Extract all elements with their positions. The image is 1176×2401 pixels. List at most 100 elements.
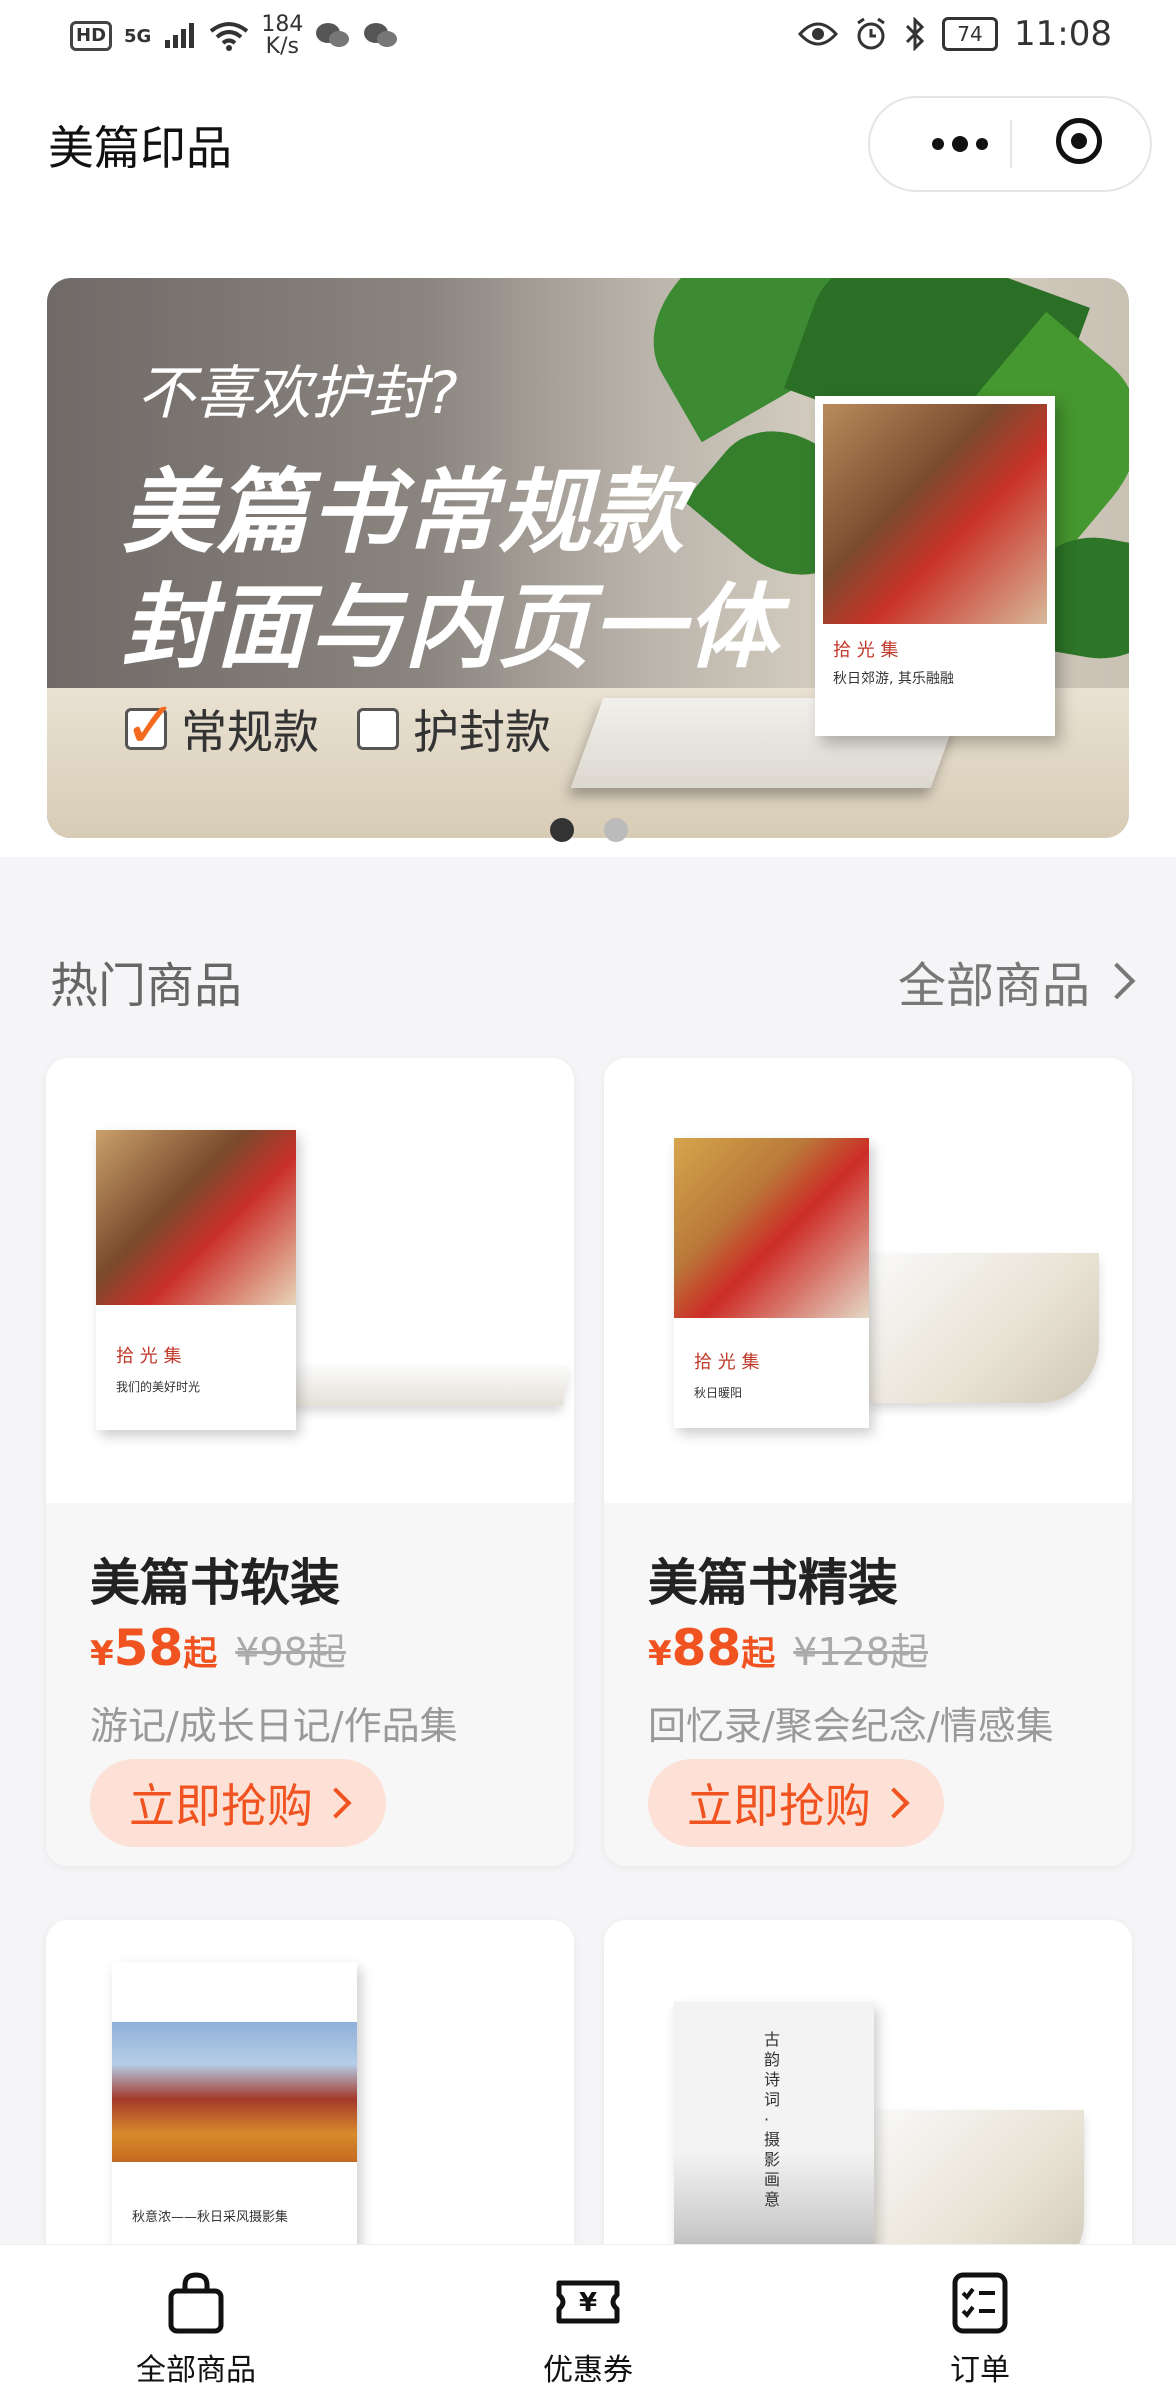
product-price: ¥88起 ¥128起 <box>648 1619 928 1677</box>
current-price: ¥58起 <box>90 1619 217 1677</box>
option-label: 护封款 <box>413 705 551 759</box>
cover-subtitle: 秋意浓——秋日采风摄影集 <box>132 2210 289 2225</box>
product-image: 古韵诗词 · 摄影画意 <box>604 1920 1132 2280</box>
option-jacket: 护封款 <box>357 696 551 762</box>
battery-icon: 74 <box>942 17 999 51</box>
couple-photo <box>674 1138 869 1318</box>
book-cover: 拾 光 集 我们的美好时光 <box>96 1130 296 1430</box>
target-icon[interactable] <box>1056 118 1102 164</box>
carousel-dot[interactable] <box>550 818 574 842</box>
cover-title: 拾 光 集 <box>694 1352 760 1373</box>
banner-headline: 美篇书常规款 <box>122 459 687 566</box>
eye-icon <box>798 22 839 46</box>
banner-section: 拾 光 集 秋日郊游, 其乐融融 不喜欢护封? 美篇书常规款 封面与内页一体 常… <box>0 212 1176 857</box>
book-title: 拾 光 集 <box>833 640 899 661</box>
product-image: 拾 光 集 秋日暖阳 <box>604 1058 1132 1503</box>
option-label: 常规款 <box>181 705 319 759</box>
clock: 11:08 <box>1014 14 1112 54</box>
section-title: 热门商品 <box>50 958 243 1014</box>
cover-title: 拾 光 集 <box>116 1346 182 1367</box>
capsule-divider <box>1010 120 1012 168</box>
book-cover: 秋意浓——秋日采风摄影集 <box>112 1962 357 2280</box>
original-price: ¥128起 <box>793 1630 928 1674</box>
product-price: ¥58起 ¥98起 <box>90 1619 346 1677</box>
buy-now-label: 立即抢购 <box>687 1779 871 1833</box>
banner-headline: 封面与内页一体 <box>122 574 781 681</box>
price-value: 58 <box>113 1619 184 1677</box>
buy-now-button[interactable]: 立即抢购 <box>648 1759 944 1847</box>
book-image: 拾 光 集 秋日郊游, 其乐融融 <box>815 396 1055 736</box>
tab-coupons[interactable]: ¥ 优惠券 <box>478 2267 698 2389</box>
all-products-label: 全部商品 <box>897 958 1090 1014</box>
network-label: 5G <box>124 25 152 47</box>
coupon-icon: ¥ <box>556 2280 620 2324</box>
open-book-image <box>869 1253 1099 1403</box>
buy-now-label: 立即抢购 <box>129 1779 313 1833</box>
product-name: 美篇书软装 <box>90 1554 340 1612</box>
page-title: 美篇印品 <box>48 121 232 175</box>
alarm-icon <box>857 17 885 50</box>
more-icon[interactable] <box>910 120 1010 168</box>
product-image: 拾 光 集 我们的美好时光 <box>46 1058 574 1503</box>
shopping-bag-icon <box>168 2272 224 2334</box>
open-book-image <box>292 1366 570 1406</box>
chevron-right-icon <box>878 1787 910 1819</box>
signal-icon <box>165 23 195 48</box>
tab-label: 优惠券 <box>543 2353 633 2388</box>
tab-all-products[interactable]: 全部商品 <box>86 2267 306 2389</box>
carousel-dot[interactable] <box>604 818 628 842</box>
hd-icon: HD <box>70 21 113 51</box>
wifi-icon <box>210 22 249 51</box>
current-price: ¥88起 <box>648 1619 775 1677</box>
product-info: 美篇书精装 ¥88起 ¥128起 回忆录/聚会纪念/情感集 立即抢购 <box>604 1503 1132 1866</box>
miniprogram-capsule <box>868 96 1152 192</box>
all-products-link[interactable]: 全部商品 <box>897 946 1136 1016</box>
cover-subtitle: 秋日暖阳 <box>694 1386 743 1400</box>
product-card[interactable]: 秋意浓——秋日采风摄影集 <box>46 1920 574 2280</box>
net-speed-value: 184 <box>261 12 304 37</box>
product-image: 秋意浓——秋日采风摄影集 <box>46 1920 574 2280</box>
bluetooth-icon <box>905 17 925 51</box>
original-price: ¥98起 <box>235 1630 346 1674</box>
palace-photo <box>112 2022 357 2162</box>
price-suffix: 起 <box>741 1634 776 1674</box>
family-photo <box>96 1130 296 1305</box>
family-photo <box>823 404 1047 624</box>
checked-icon <box>124 689 178 763</box>
chevron-right-icon <box>1098 962 1136 1000</box>
carousel-indicator <box>550 818 628 842</box>
book-cover: 古韵诗词 · 摄影画意 <box>674 2002 874 2280</box>
status-left: HD 5G 184 K/s <box>70 14 399 58</box>
chevron-right-icon <box>320 1787 352 1819</box>
product-info: 美篇书软装 ¥58起 ¥98起 游记/成长日记/作品集 立即抢购 <box>46 1503 574 1866</box>
product-name: 美篇书精装 <box>648 1554 898 1612</box>
more-dot <box>952 136 968 152</box>
net-speed: 184 K/s <box>261 14 303 58</box>
checkbox-icon <box>357 708 399 750</box>
currency: ¥ <box>90 1634 114 1674</box>
product-tags: 游记/成长日记/作品集 <box>90 1704 458 1748</box>
nav-bar: 美篇印品 <box>0 72 1176 212</box>
price-value: 88 <box>671 1619 742 1677</box>
net-speed-unit: K/s <box>265 34 299 59</box>
svg-text:¥: ¥ <box>579 2288 597 2318</box>
product-card[interactable]: 拾 光 集 秋日暖阳 美篇书精装 ¥88起 ¥128起 回忆录/聚会纪念/情感集… <box>604 1058 1132 1866</box>
tab-label: 订单 <box>950 2353 1010 2388</box>
banner-question: 不喜欢护封? <box>137 359 458 427</box>
product-card[interactable]: 拾 光 集 我们的美好时光 美篇书软装 ¥58起 ¥98起 游记/成长日记/作品… <box>46 1058 574 1866</box>
more-dot <box>976 138 988 150</box>
bottom-tab-bar: 全部商品 ¥ 优惠券 订单 <box>0 2244 1176 2401</box>
book-cover: 拾 光 集 秋日暖阳 <box>674 1138 869 1428</box>
promo-banner[interactable]: 拾 光 集 秋日郊游, 其乐融融 不喜欢护封? 美篇书常规款 封面与内页一体 常… <box>47 278 1129 838</box>
currency: ¥ <box>648 1634 672 1674</box>
tab-orders[interactable]: 订单 <box>870 2267 1090 2389</box>
order-list-icon <box>952 2272 1008 2334</box>
wechat-icon <box>316 23 350 47</box>
cover-subtitle: 我们的美好时光 <box>116 1380 201 1394</box>
price-suffix: 起 <box>183 1634 218 1674</box>
product-card[interactable]: 古韵诗词 · 摄影画意 <box>604 1920 1132 2280</box>
cover-title: 古韵诗词 · 摄影画意 <box>764 2030 781 2209</box>
status-right: 74 11:08 <box>798 14 1112 54</box>
book-subtitle: 秋日郊游, 其乐融融 <box>833 671 954 687</box>
buy-now-button[interactable]: 立即抢购 <box>90 1759 386 1847</box>
